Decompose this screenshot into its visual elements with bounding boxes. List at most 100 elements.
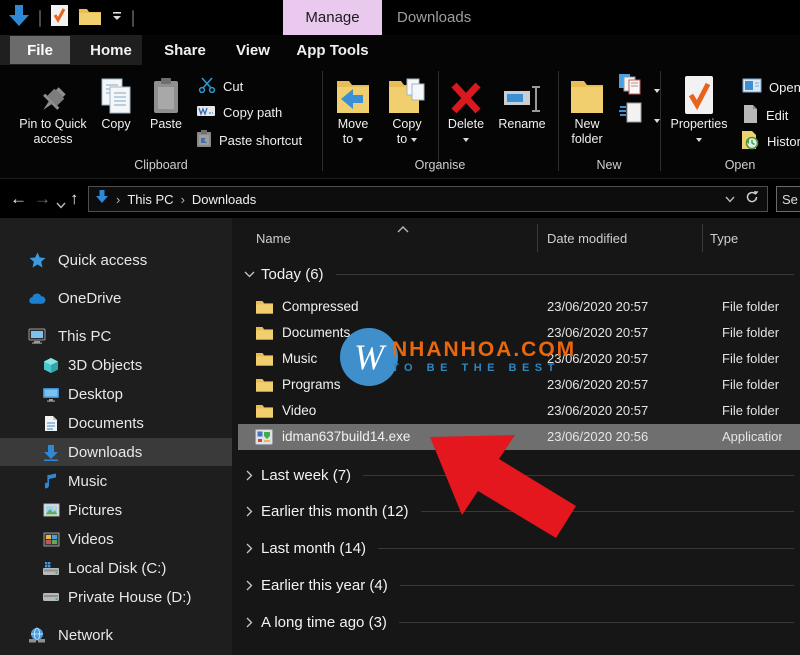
chevron-down-icon [242, 271, 256, 278]
music-icon [42, 472, 60, 490]
tab-home[interactable]: Home [82, 35, 140, 65]
ribbon-separator [660, 71, 661, 171]
sidebar-item-3d-objects[interactable]: 3D Objects [0, 351, 232, 379]
sidebar-item-this-pc[interactable]: This PC [0, 322, 232, 350]
open-icon [742, 78, 762, 96]
group-rule [399, 622, 794, 623]
tab-share[interactable]: Share [150, 35, 220, 65]
file-explorer-window: Manage Downloads File Home Share View Ap… [0, 0, 800, 655]
tab-app-tools[interactable]: App Tools [283, 35, 382, 65]
watermark-line1: NHANHOA.COM [392, 339, 576, 361]
breadcrumb-chevron: › [109, 192, 127, 207]
recent-locations-button[interactable] [56, 196, 66, 214]
tab-file[interactable]: File [10, 36, 70, 64]
document-icon [42, 414, 60, 432]
edit-icon [742, 104, 759, 127]
sidebar-item-pictures[interactable]: Pictures [0, 496, 232, 524]
this-pc-icon [28, 327, 46, 345]
sidebar-item-local-disk-c[interactable]: Local Disk (C:) [0, 554, 232, 582]
paste-button[interactable]: Paste [142, 71, 190, 132]
properties-quick-button[interactable] [50, 4, 69, 32]
folder-icon [255, 403, 273, 423]
edit-button[interactable]: Edit [742, 104, 788, 127]
rename-button[interactable]: Rename [492, 71, 552, 132]
tab-manage[interactable]: Manage [283, 0, 382, 35]
properties-button[interactable]: Properties [664, 71, 734, 147]
folder-icon [255, 351, 273, 371]
pin-to-quick-access-button[interactable]: Pin to Quick access [13, 71, 93, 147]
chevron-right-icon [242, 470, 256, 481]
sidebar-item-documents[interactable]: Documents [0, 409, 232, 437]
file-row-idman-exe-selected[interactable]: idman637build14.exe 23/06/2020 20:56 App… [238, 424, 800, 450]
sidebar-item-desktop[interactable]: Desktop [0, 380, 232, 408]
pin-icon [38, 71, 68, 117]
copy-to-icon [387, 71, 427, 117]
cut-button[interactable]: Cut [198, 77, 243, 96]
sidebar-item-onedrive[interactable]: OneDrive [0, 284, 232, 312]
column-separator[interactable] [537, 224, 538, 252]
sidebar-item-network[interactable]: Network [0, 621, 232, 649]
customize-toolbar-button[interactable] [111, 9, 123, 27]
paste-icon [152, 71, 180, 117]
copy-button[interactable]: Copy [92, 71, 140, 132]
copy-path-button[interactable]: Copy path [196, 104, 282, 121]
ribbon: Pin to Quick access Copy Paste Cut Cop [0, 65, 800, 178]
window-title: Downloads [397, 0, 471, 35]
local-disk-icon [42, 559, 60, 577]
group-header-last-week[interactable]: Last week (7) [242, 463, 794, 487]
group-header-last-month[interactable]: Last month (14) [242, 536, 794, 560]
breadcrumb-this-pc[interactable]: This PC [127, 192, 173, 207]
group-header-earlier-this-year[interactable]: Earlier this year (4) [242, 573, 794, 597]
easy-access-button[interactable] [618, 101, 660, 130]
address-bar[interactable]: › This PC › Downloads [88, 186, 768, 212]
column-header-date-modified[interactable]: Date modified [547, 231, 627, 246]
address-dropdown-button[interactable] [725, 190, 735, 208]
new-item-button[interactable] [618, 73, 660, 100]
delete-button[interactable]: Delete [440, 71, 492, 147]
group-header-earlier-this-month[interactable]: Earlier this month (12) [242, 499, 794, 523]
dropdown-caret [696, 138, 702, 142]
tab-view[interactable]: View [223, 35, 283, 65]
sidebar-item-music[interactable]: Music [0, 467, 232, 495]
open-button[interactable]: Open [742, 78, 800, 96]
chevron-right-icon [242, 543, 256, 554]
folder-icon [255, 325, 273, 345]
forward-button[interactable]: → [34, 179, 51, 219]
refresh-button[interactable] [745, 190, 759, 209]
copy-to-button[interactable]: Copy to [384, 71, 430, 147]
column-separator[interactable] [702, 224, 703, 252]
back-button[interactable]: ← [10, 179, 27, 219]
column-header-name[interactable]: Name [256, 231, 291, 246]
dropdown-caret [463, 138, 469, 142]
paste-shortcut-button[interactable]: Paste shortcut [196, 130, 302, 151]
copy-icon [98, 71, 134, 117]
search-input[interactable]: Se [776, 186, 800, 212]
column-header-type[interactable]: Type [710, 231, 738, 246]
sidebar-item-private-house-d[interactable]: Private House (D:) [0, 583, 232, 611]
sidebar-item-videos[interactable]: Videos [0, 525, 232, 553]
new-folder-button[interactable]: New folder [562, 71, 612, 147]
sidebar-item-quick-access[interactable]: Quick access [0, 246, 232, 274]
quick-access-icon [28, 251, 46, 269]
toolbar-separator [39, 10, 41, 27]
move-to-button[interactable]: Move to [330, 71, 376, 147]
file-row-video[interactable]: Video 23/06/2020 20:57 File folder [238, 398, 800, 424]
up-button[interactable]: ↑ [70, 179, 79, 219]
breadcrumb-downloads[interactable]: Downloads [192, 192, 256, 207]
history-icon [740, 129, 760, 154]
toolbar-separator [132, 10, 134, 27]
file-row-compressed[interactable]: Compressed 23/06/2020 20:57 File folder [238, 294, 800, 320]
group-header-today[interactable]: Today (6) [242, 262, 794, 286]
ribbon-separator [558, 71, 559, 171]
chevron-right-icon [242, 617, 256, 628]
group-header-a-long-time-ago[interactable]: A long time ago (3) [242, 610, 794, 634]
group-rule [378, 548, 794, 549]
onedrive-icon [28, 289, 46, 307]
sidebar-item-downloads[interactable]: Downloads [0, 438, 232, 466]
location-icon [95, 189, 109, 209]
drive-icon [42, 588, 60, 606]
new-folder-quick-button[interactable] [78, 6, 102, 31]
history-button[interactable]: History [740, 129, 800, 154]
downloads-icon [42, 443, 60, 461]
installer-exe-icon [255, 429, 273, 450]
